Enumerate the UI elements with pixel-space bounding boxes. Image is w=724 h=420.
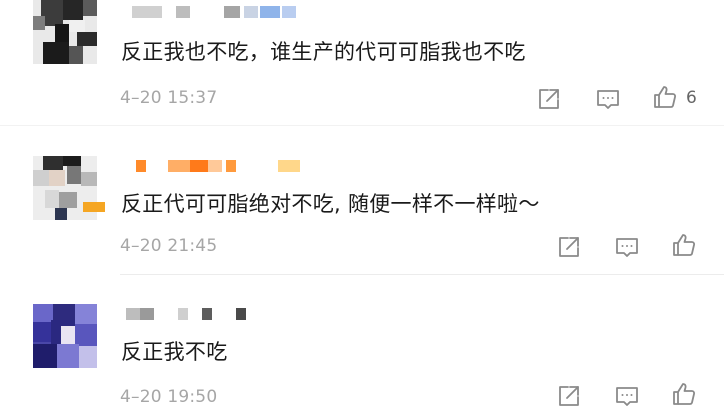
reply-icon[interactable] bbox=[613, 233, 641, 261]
user-avatar[interactable] bbox=[33, 156, 105, 220]
reply-icon[interactable] bbox=[613, 382, 641, 410]
user-avatar[interactable] bbox=[33, 0, 97, 64]
thumbs-up-icon[interactable] bbox=[651, 83, 679, 111]
share-icon[interactable] bbox=[555, 382, 583, 410]
user-avatar[interactable] bbox=[33, 304, 97, 368]
share-icon[interactable] bbox=[535, 85, 563, 113]
comment-timestamp: 4–20 21:45 bbox=[120, 236, 218, 256]
reply-icon[interactable] bbox=[594, 85, 622, 113]
comment-text: 反正我也不吃，谁生产的代可可脂我也不吃 bbox=[121, 40, 526, 64]
share-icon[interactable] bbox=[555, 233, 583, 261]
comment-timestamp: 4–20 19:50 bbox=[120, 387, 218, 407]
comment-item: 反正我也不吃，谁生产的代可可脂我也不吃 4–20 15:37 6 bbox=[0, 0, 724, 140]
divider bbox=[120, 274, 724, 275]
like-count: 6 bbox=[686, 88, 697, 108]
thumbs-up-icon[interactable] bbox=[670, 380, 698, 408]
comment-item: 反正我不吃 4–20 19:50 bbox=[0, 276, 724, 416]
comment-item: 反正代可可脂绝对不吃, 随便一样不一样啦～ 4–20 21:45 bbox=[0, 126, 724, 275]
comment-text: 反正我不吃 bbox=[121, 340, 228, 364]
comment-text: 反正代可可脂绝对不吃, 随便一样不一样啦～ bbox=[121, 192, 540, 216]
comment-timestamp: 4–20 15:37 bbox=[120, 88, 218, 108]
thumbs-up-icon[interactable] bbox=[670, 231, 698, 259]
